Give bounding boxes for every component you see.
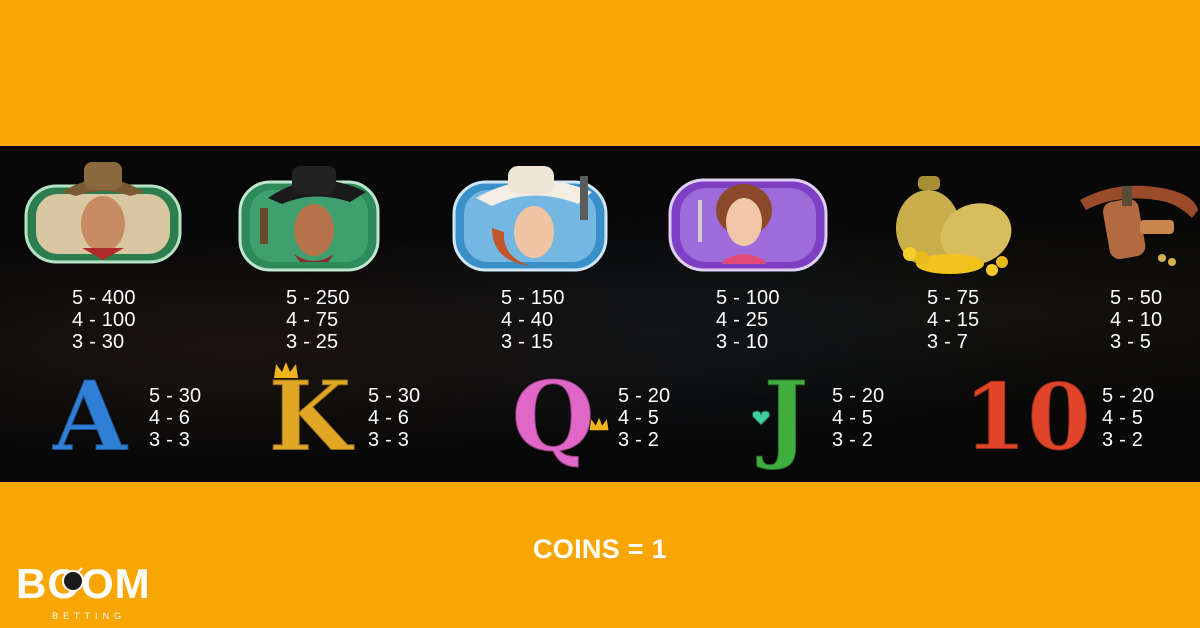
payout-line: 4 - 75 bbox=[286, 309, 339, 331]
payout-line: 4 - 40 bbox=[501, 309, 554, 331]
crown-icon bbox=[588, 416, 610, 437]
coins-label: COINS = 1 bbox=[533, 534, 667, 564]
outlaw-cowboy-icon bbox=[238, 162, 380, 272]
payout-line: 4 - 6 bbox=[368, 407, 410, 429]
payout-line: 5 - 30 bbox=[149, 385, 202, 407]
payout-line: 4 - 15 bbox=[927, 309, 980, 331]
payout-line: 4 - 5 bbox=[1102, 407, 1144, 429]
bomb-icon bbox=[60, 567, 86, 598]
payout-line: 4 - 10 bbox=[1110, 309, 1163, 331]
payout-line: 3 - 2 bbox=[832, 429, 874, 451]
payout-line: 3 - 5 bbox=[1110, 331, 1152, 353]
gold-money-bags-icon bbox=[888, 166, 1022, 280]
paytable-panel: 5 - 400 4 - 100 3 - 30 5 - 250 4 - 75 3 … bbox=[0, 146, 1200, 482]
sheriff-cowboy-icon bbox=[22, 156, 184, 266]
heart-icon bbox=[752, 410, 770, 431]
payout-list: 5 - 400 4 - 100 3 - 30 bbox=[72, 287, 136, 353]
cowgirl-icon bbox=[452, 162, 608, 272]
payout-list: 5 - 75 4 - 15 3 - 7 bbox=[927, 287, 979, 353]
payout-line: 3 - 3 bbox=[368, 429, 410, 451]
payout-line: 5 - 50 bbox=[1110, 287, 1163, 309]
letter-a-icon: A bbox=[52, 360, 128, 473]
payout-line: 5 - 20 bbox=[832, 385, 885, 407]
letter-k-icon: K bbox=[267, 360, 352, 473]
payout-line: 3 - 10 bbox=[716, 331, 769, 353]
payout-line: 3 - 25 bbox=[286, 331, 339, 353]
logo-subtext: BETTING bbox=[52, 611, 127, 621]
payout-list: 5 - 20 4 - 5 3 - 2 bbox=[1102, 385, 1154, 451]
payout-line: 5 - 100 bbox=[716, 287, 780, 309]
payout-line: 3 - 2 bbox=[1102, 429, 1144, 451]
payout-list: 5 - 50 4 - 10 3 - 5 bbox=[1110, 287, 1162, 353]
payout-list: 5 - 30 4 - 6 3 - 3 bbox=[368, 385, 420, 451]
payout-list: 5 - 150 4 - 40 3 - 15 bbox=[501, 287, 565, 353]
payout-line: 3 - 30 bbox=[72, 331, 125, 353]
payout-line: 3 - 2 bbox=[618, 429, 660, 451]
payout-list: 5 - 20 4 - 5 3 - 2 bbox=[618, 385, 670, 451]
payout-line: 4 - 25 bbox=[716, 309, 769, 331]
payout-line: 5 - 30 bbox=[368, 385, 421, 407]
payout-line: 3 - 3 bbox=[149, 429, 191, 451]
payout-line: 3 - 7 bbox=[927, 331, 969, 353]
payout-list: 5 - 100 4 - 25 3 - 10 bbox=[716, 287, 780, 353]
payout-line: 3 - 15 bbox=[501, 331, 554, 353]
number-10-icon: 10 bbox=[962, 363, 1092, 471]
payout-line: 5 - 20 bbox=[1102, 385, 1155, 407]
payout-list: 5 - 20 4 - 5 3 - 2 bbox=[832, 385, 884, 451]
payout-line: 5 - 150 bbox=[501, 287, 565, 309]
saloon-girl-icon bbox=[668, 164, 828, 272]
payout-line: 5 - 75 bbox=[927, 287, 980, 309]
payout-line: 5 - 20 bbox=[618, 385, 671, 407]
payout-line: 4 - 5 bbox=[832, 407, 874, 429]
payout-list: 5 - 250 4 - 75 3 - 25 bbox=[286, 287, 350, 353]
gun-belt-holster-icon bbox=[1076, 176, 1200, 272]
payout-line: 4 - 100 bbox=[72, 309, 136, 331]
payout-line: 5 - 250 bbox=[286, 287, 350, 309]
payout-line: 4 - 6 bbox=[149, 407, 191, 429]
payout-line: 5 - 400 bbox=[72, 287, 136, 309]
payout-list: 5 - 30 4 - 6 3 - 3 bbox=[149, 385, 201, 451]
payout-line: 4 - 5 bbox=[618, 407, 660, 429]
